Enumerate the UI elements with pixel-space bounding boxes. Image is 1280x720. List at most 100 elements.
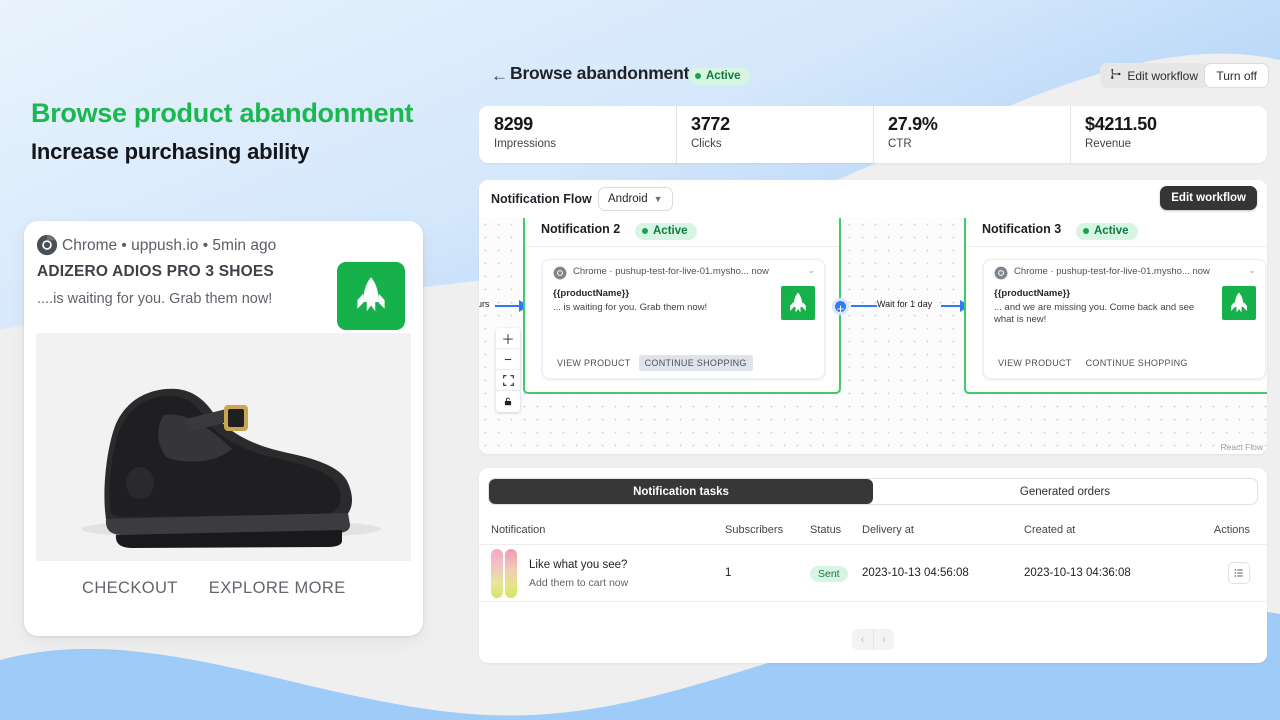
row-actions-button[interactable]	[1228, 562, 1250, 584]
tab-notification-tasks[interactable]: Notification tasks	[489, 479, 873, 504]
stat-label: CTR	[888, 138, 912, 150]
node-header: Notification 3 Active	[966, 218, 1267, 247]
back-arrow-icon[interactable]: ←	[491, 67, 508, 84]
node-status-badge: Active	[635, 221, 697, 240]
cell-notification: Like what you see? Add them to cart now	[491, 548, 725, 598]
chrome-icon	[36, 234, 58, 256]
promo-headline: Browse product abandonment	[31, 98, 414, 128]
pagination: ‹ ›	[852, 629, 894, 650]
turn-off-button[interactable]: Turn off	[1204, 63, 1269, 88]
node-title: Notification 2	[541, 222, 621, 236]
product-image	[36, 333, 411, 561]
node-header: Notification 2 Active	[525, 218, 839, 247]
cell-actions	[1190, 562, 1250, 584]
zoom-in-icon[interactable]: ＋	[496, 328, 520, 349]
rocket-icon	[337, 262, 405, 330]
view-product-button[interactable]: VIEW PRODUCT	[551, 355, 637, 371]
flow-edit-workflow-button[interactable]: Edit workflow	[1160, 186, 1257, 210]
pagination-next-button[interactable]: ›	[873, 629, 894, 650]
preview-header: Chrome · pushup-test-for-live-01.mysho..…	[984, 260, 1265, 286]
preview-body: ... and we are missing you. Come back an…	[994, 302, 1195, 325]
view-product-button[interactable]: VIEW PRODUCT	[992, 355, 1078, 371]
edit-workflow-button[interactable]: Edit workflow	[1100, 63, 1208, 88]
stat-label: Revenue	[1085, 138, 1132, 150]
push-preview-actions: CHECKOUT EXPLORE MORE	[24, 579, 423, 598]
workflow-icon	[1110, 68, 1122, 83]
cell-delivery-at: 2023-10-13 04:56:08	[862, 567, 969, 579]
node-title: Notification 3	[982, 222, 1062, 236]
edit-workflow-label: Edit workflow	[1127, 68, 1198, 83]
column-delivery-at: Delivery at	[862, 524, 914, 536]
status-badge: Active	[688, 66, 750, 85]
status-badge-label: Active	[706, 70, 741, 82]
preview-meta: Chrome · pushup-test-for-live-01.mysho..…	[573, 266, 769, 277]
promo-subheadline: Increase purchasing ability	[31, 139, 310, 164]
lock-icon[interactable]	[496, 391, 520, 412]
preview-actions: VIEW PRODUCT CONTINUE SHOPPING	[992, 355, 1194, 371]
stat-value: 27.9%	[888, 114, 938, 134]
node-status-label: Active	[1094, 225, 1129, 237]
push-notification-preview-card: Chrome • uppush.io • 5min ago ADIZERO AD…	[24, 221, 423, 636]
stat-impressions: 8299 Impressions	[479, 106, 676, 163]
column-notification: Notification	[491, 524, 546, 536]
row-subtitle: Add them to cart now	[529, 577, 629, 589]
preview-meta: Chrome · pushup-test-for-live-01.mysho..…	[1014, 266, 1210, 277]
flow-node-notification-3[interactable]: Notification 3 Active Chrome · pushup-te…	[964, 218, 1267, 394]
chevron-down-icon: ▼	[653, 194, 663, 204]
app-topbar: ← Browse abandonment Active Edit workflo…	[478, 60, 1272, 94]
stat-label: Impressions	[494, 138, 556, 150]
stat-value: 3772	[691, 114, 730, 134]
cell-status: Sent	[810, 564, 862, 582]
status-dot-icon	[695, 73, 701, 79]
tab-generated-orders[interactable]: Generated orders	[873, 479, 1257, 504]
stat-clicks: 3772 Clicks	[676, 106, 873, 163]
preview-body: ... is waiting for you. Grab them now!	[553, 302, 708, 313]
column-subscribers: Subscribers	[725, 524, 784, 536]
delay-edge-line-right	[941, 305, 962, 307]
delay-edge-label: Wait for 1 day	[877, 299, 933, 309]
continue-shopping-button[interactable]: CONTINUE SHOPPING	[1080, 355, 1194, 371]
flow-canvas[interactable]: urs Notification 2 Active Chrome · pushu…	[479, 218, 1267, 454]
fit-view-icon[interactable]	[496, 370, 520, 391]
chevron-down-icon[interactable]: ⌄	[1248, 265, 1256, 276]
panel-tabs: Notification tasks Generated orders	[488, 478, 1258, 505]
flow-toolbar: Notification Flow Android ▼ Edit workflo…	[479, 180, 1267, 218]
app-window: ← Browse abandonment Active Edit workflo…	[470, 0, 1280, 720]
column-actions: Actions	[1213, 524, 1250, 536]
notification-flow-panel: Notification Flow Android ▼ Edit workflo…	[479, 180, 1267, 454]
page-title: Browse abandonment	[510, 63, 690, 83]
node-status-label: Active	[653, 225, 688, 237]
preview-title: {{productName}}	[553, 288, 630, 299]
platform-select[interactable]: Android ▼	[598, 187, 673, 211]
status-dot-icon	[1083, 228, 1089, 234]
node-status-badge: Active	[1076, 221, 1138, 240]
chrome-icon	[553, 266, 567, 280]
pagination-prev-button[interactable]: ‹	[852, 629, 873, 650]
push-preview-title: ADIZERO ADIOS PRO 3 SHOES	[37, 263, 274, 280]
preview-title: {{productName}}	[994, 288, 1071, 299]
status-dot-icon	[642, 228, 648, 234]
promo-panel: Browse product abandonment Increase purc…	[0, 0, 470, 720]
continue-shopping-button[interactable]: CONTINUE SHOPPING	[638, 355, 753, 371]
node-preview-card: Chrome · pushup-test-for-live-01.mysho..…	[542, 259, 825, 379]
table-row[interactable]: Like what you see? Add them to cart now …	[479, 545, 1267, 602]
add-step-handle[interactable]: +	[832, 298, 849, 316]
incoming-edge-line	[495, 305, 521, 307]
react-flow-attribution[interactable]: React Flow	[1220, 442, 1263, 452]
cell-created-at: 2023-10-13 04:36:08	[1024, 567, 1131, 579]
node-preview-card: Chrome · pushup-test-for-live-01.mysho..…	[983, 259, 1266, 379]
flow-title: Notification Flow	[491, 192, 592, 206]
push-preview-header: Chrome • uppush.io • 5min ago ADIZERO AD…	[24, 221, 423, 330]
list-icon	[1234, 569, 1243, 577]
push-preview-body: ....is waiting for you. Grab them now!	[37, 291, 273, 307]
chrome-icon	[994, 266, 1008, 280]
checkout-button[interactable]: CHECKOUT	[82, 579, 178, 598]
flow-controls[interactable]: ＋ −	[496, 328, 520, 412]
chevron-down-icon[interactable]: ⌄	[807, 265, 815, 276]
explore-more-button[interactable]: EXPLORE MORE	[209, 579, 346, 598]
flow-node-notification-2[interactable]: Notification 2 Active Chrome · pushup-te…	[523, 218, 841, 394]
preview-actions: VIEW PRODUCT CONTINUE SHOPPING	[551, 355, 753, 371]
zoom-out-icon[interactable]: −	[496, 349, 520, 370]
snowboard-thumbnail-icon	[491, 548, 518, 598]
table-header: Notification Subscribers Status Delivery…	[479, 516, 1267, 545]
